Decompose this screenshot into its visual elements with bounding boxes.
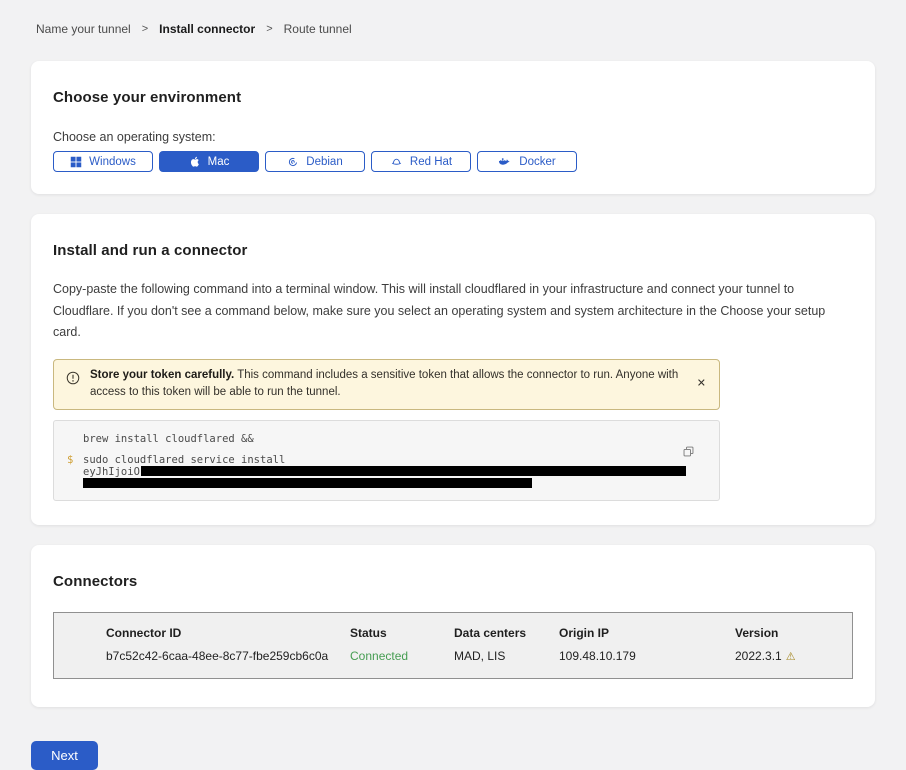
install-card-title: Install and run a connector (53, 242, 853, 259)
os-button-mac[interactable]: Mac (159, 151, 259, 172)
token-warning-banner: Store your token carefully. This command… (53, 359, 720, 411)
breadcrumb-route-tunnel[interactable]: Route tunnel (284, 22, 352, 36)
close-icon[interactable]: ✕ (697, 379, 706, 390)
header-status: Status (350, 626, 454, 640)
debian-logo-icon (287, 156, 299, 168)
environment-card-title: Choose your environment (53, 89, 853, 106)
connector-id-value: b7c52c42-6caa-48ee-8c77-fbe259cb6c0a (106, 649, 350, 663)
code-line-service-install: sudo cloudflared service install (83, 455, 285, 466)
alert-circle-icon (66, 371, 80, 403)
header-data-centers: Data centers (454, 626, 559, 640)
next-button[interactable]: Next (31, 741, 98, 770)
redhat-logo-icon (390, 156, 403, 168)
shell-prompt: $ (67, 455, 83, 466)
breadcrumb-separator: > (142, 23, 148, 35)
redacted-token-bar (141, 466, 686, 476)
status-badge: Connected (350, 649, 454, 663)
breadcrumb-install-connector[interactable]: Install connector (159, 22, 255, 36)
breadcrumb-separator: > (266, 23, 272, 35)
connectors-card-title: Connectors (53, 573, 853, 590)
os-button-label: Debian (306, 156, 342, 168)
connectors-table: Connector ID Status Data centers Origin … (53, 612, 853, 679)
os-button-redhat[interactable]: Red Hat (371, 151, 471, 172)
code-line-token: eyJhIjoiO (83, 466, 686, 478)
os-button-label: Windows (89, 156, 136, 168)
header-version: Version (735, 626, 852, 640)
redacted-token-bar (83, 478, 532, 488)
header-connector-id: Connector ID (106, 626, 350, 640)
environment-card: Choose your environment Choose an operat… (31, 61, 875, 194)
breadcrumb-name-your-tunnel[interactable]: Name your tunnel (36, 22, 131, 36)
data-centers-value: MAD, LIS (454, 649, 559, 663)
os-button-windows[interactable]: Windows (53, 151, 153, 172)
code-gutter (67, 478, 83, 488)
os-select-label: Choose an operating system: (53, 130, 853, 144)
connectors-card: Connectors Connector ID Status Data cent… (31, 545, 875, 707)
os-button-debian[interactable]: Debian (265, 151, 365, 172)
code-gutter (67, 466, 83, 478)
install-description: Copy-paste the following command into a … (53, 279, 853, 344)
install-card: Install and run a connector Copy-paste t… (31, 214, 875, 525)
breadcrumb: Name your tunnel > Install connector > R… (0, 0, 906, 36)
header-origin-ip: Origin IP (559, 626, 735, 640)
code-gutter (67, 434, 83, 445)
origin-ip-value: 109.48.10.179 (559, 649, 735, 663)
version-value: 2022.3.1⚠ (735, 649, 852, 663)
os-button-docker[interactable]: Docker (477, 151, 577, 172)
token-warning-text: Store your token carefully. This command… (90, 367, 685, 403)
os-button-label: Red Hat (410, 156, 452, 168)
table-row: b7c52c42-6caa-48ee-8c77-fbe259cb6c0a Con… (106, 649, 852, 663)
version-warning-icon: ⚠ (786, 651, 796, 663)
copy-icon[interactable] (682, 445, 695, 461)
apple-logo-icon (189, 155, 201, 168)
code-line-brew: brew install cloudflared && (83, 434, 254, 445)
connectors-table-header: Connector ID Status Data centers Origin … (106, 626, 852, 640)
windows-logo-icon (70, 156, 82, 168)
os-button-group: Windows Mac Debian (53, 151, 853, 172)
install-command-codeblock: brew install cloudflared && $ sudo cloud… (53, 420, 720, 501)
os-button-label: Docker (519, 156, 555, 168)
os-button-label: Mac (208, 156, 230, 168)
docker-logo-icon (498, 156, 512, 168)
